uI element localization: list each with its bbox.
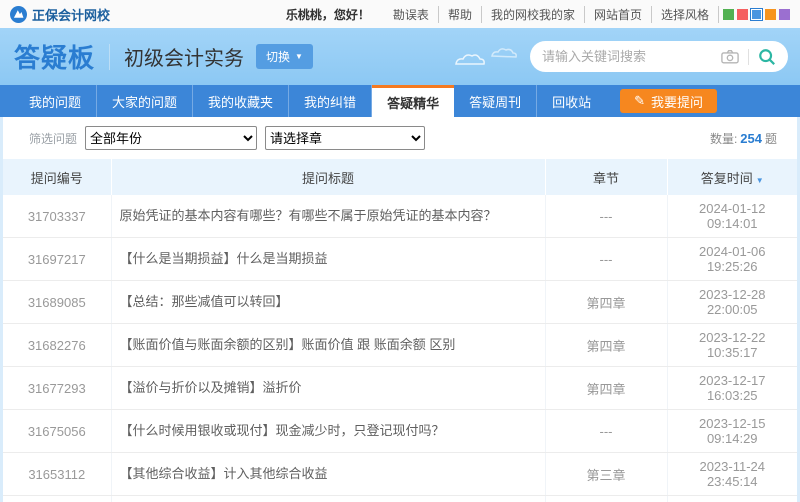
search-button[interactable] [758,48,776,66]
filter-row: 筛选问题 全部年份 请选择章 数量:254题 [3,117,797,159]
question-chapter: --- [545,496,667,502]
qa-table: 提问编号 提问标题 章节 答复时间▼ 31703337 原始凭证的基本内容有哪些… [3,159,797,502]
table-row: 31689085 【总结：那些减值可以转回】 第四章 2023-12-28 22… [3,281,797,324]
question-id: 31697217 [3,238,111,281]
style-swatch-blue[interactable] [751,9,762,20]
question-count: 数量:254题 [710,130,777,147]
toplink-home[interactable]: 网站首页 [585,6,652,23]
question-id: 31682276 [3,324,111,367]
style-swatch-red[interactable] [737,9,748,20]
toplink-my-school[interactable]: 我的网校我的家 [482,6,585,23]
question-chapter: --- [545,195,667,238]
question-chapter: 第四章 [545,324,667,367]
main-content: 筛选问题 全部年份 请选择章 数量:254题 提问编号 提问标题 章节 答复时间… [0,117,800,502]
tab-my-favorites[interactable]: 我的收藏夹 [193,85,289,117]
ask-question-button[interactable]: ✎ 我要提问 [620,89,717,113]
nav-tabs: 我的问题 大家的问题 我的收藏夹 我的纠错 答疑精华 答疑周刊 回收站 ✎ 我要… [0,85,800,117]
toplink-choose-style[interactable]: 选择风格 [652,6,719,23]
style-swatches [723,9,790,20]
question-chapter: --- [545,238,667,281]
tab-everyones-questions[interactable]: 大家的问题 [97,85,193,117]
search-icon [758,48,776,66]
question-id: 31653112 [3,453,111,496]
user-greeting: 乐桃桃，您好！ [286,6,370,23]
question-title-link[interactable]: 原始凭证的基本内容有哪些？有哪些不属于原始凭证的基本内容？ [111,195,545,238]
header-reply-time[interactable]: 答复时间▼ [667,159,797,195]
question-title-link[interactable]: 【溢价与折价以及摊销】溢折价 [111,367,545,410]
switch-course-button[interactable]: 切换 ▼ [256,44,313,69]
header-chapter: 章节 [545,159,667,195]
cloud-decoration [452,42,522,73]
page-title: 答疑板 [14,38,95,75]
question-id: 31703337 [3,195,111,238]
reply-time: 2023-11-16 11:42:34 [667,496,797,502]
count-number: 254 [740,131,762,146]
toplink-help[interactable]: 帮助 [439,6,482,23]
table-row: 31703337 原始凭证的基本内容有哪些？有哪些不属于原始凭证的基本内容？ -… [3,195,797,238]
table-header-row: 提问编号 提问标题 章节 答复时间▼ [3,159,797,195]
divider [748,49,749,65]
question-id: 31677293 [3,367,111,410]
question-id: 31675056 [3,410,111,453]
chevron-down-icon: ▼ [295,52,303,61]
course-name: 初级会计实务 [124,42,244,71]
reply-time: 2024-01-06 19:25:26 [667,238,797,281]
table-row: 31682276 【账面价值与账面余额的区别】账面价值 跟 账面余额 区别 第四… [3,324,797,367]
question-id: 31689085 [3,281,111,324]
table-row: 31677293 【溢价与折价以及摊销】溢折价 第四章 2023-12-17 1… [3,367,797,410]
question-title-link[interactable]: 【总结：那些减值可以转回】 [111,281,545,324]
year-filter-select[interactable]: 全部年份 [85,126,257,150]
question-title-link[interactable]: 【什么时候用银收或现付】现金减少时，只登记现付吗？ [111,410,545,453]
reply-time: 2024-01-12 09:14:01 [667,195,797,238]
table-row: 31675056 【什么时候用银收或现付】现金减少时，只登记现付吗？ --- 2… [3,410,797,453]
question-chapter: 第四章 [545,281,667,324]
table-row: 31653112 【其他综合收益】计入其他综合收益 第三章 2023-11-24… [3,453,797,496]
question-title-link[interactable]: 【其他综合收益】计入其他综合收益 [111,453,545,496]
divider [109,44,110,70]
camera-search-button[interactable] [721,49,739,64]
brand[interactable]: 正保会计网校 [10,5,110,24]
tab-qa-weekly[interactable]: 答疑周刊 [454,85,537,117]
table-row: 31697217 【什么是当期损益】什么是当期损益 --- 2024-01-06… [3,238,797,281]
search-box [530,41,788,72]
question-chapter: 第四章 [545,367,667,410]
pencil-icon: ✎ [634,93,645,109]
reply-time: 2023-12-17 16:03:25 [667,367,797,410]
topbar: 正保会计网校 乐桃桃，您好！ 勘误表 帮助 我的网校我的家 网站首页 选择风格 [0,0,800,28]
reply-time: 2023-12-15 09:14:29 [667,410,797,453]
table-row: 31637307 【限定性净资产和非限定性净资产】老师，这里的限定性资产和非限定… [3,496,797,502]
brand-name: 正保会计网校 [32,5,110,24]
reply-time: 2023-12-22 10:35:17 [667,324,797,367]
reply-time: 2023-11-24 23:45:14 [667,453,797,496]
filter-label: 筛选问题 [29,130,77,147]
sort-descending-icon: ▼ [756,176,764,185]
question-chapter: 第三章 [545,453,667,496]
chapter-filter-select[interactable]: 请选择章 [265,126,425,150]
tab-qa-highlights[interactable]: 答疑精华 [372,85,454,117]
style-swatch-purple[interactable] [779,9,790,20]
toplink-errata[interactable]: 勘误表 [384,6,439,23]
question-title-link[interactable]: 【账面价值与账面余额的区别】账面价值 跟 账面余额 区别 [111,324,545,367]
header-question-title: 提问标题 [111,159,545,195]
question-id: 31637307 [3,496,111,502]
search-input[interactable] [542,49,721,64]
question-chapter: --- [545,410,667,453]
tab-my-corrections[interactable]: 我的纠错 [289,85,372,117]
question-title-link[interactable]: 【限定性净资产和非限定性净资产】老师，这里的限定性资产和非限定性资产是怎么区别的… [111,496,545,502]
question-title-link[interactable]: 【什么是当期损益】什么是当期损益 [111,238,545,281]
style-swatch-orange[interactable] [765,9,776,20]
tab-recycle-bin[interactable]: 回收站 [537,85,606,117]
tab-my-questions[interactable]: 我的问题 [14,85,97,117]
camera-icon [721,49,739,64]
brand-logo-icon [10,6,27,23]
style-swatch-green[interactable] [723,9,734,20]
banner: 答疑板 初级会计实务 切换 ▼ [0,28,800,85]
reply-time: 2023-12-28 22:00:05 [667,281,797,324]
header-question-id: 提问编号 [3,159,111,195]
